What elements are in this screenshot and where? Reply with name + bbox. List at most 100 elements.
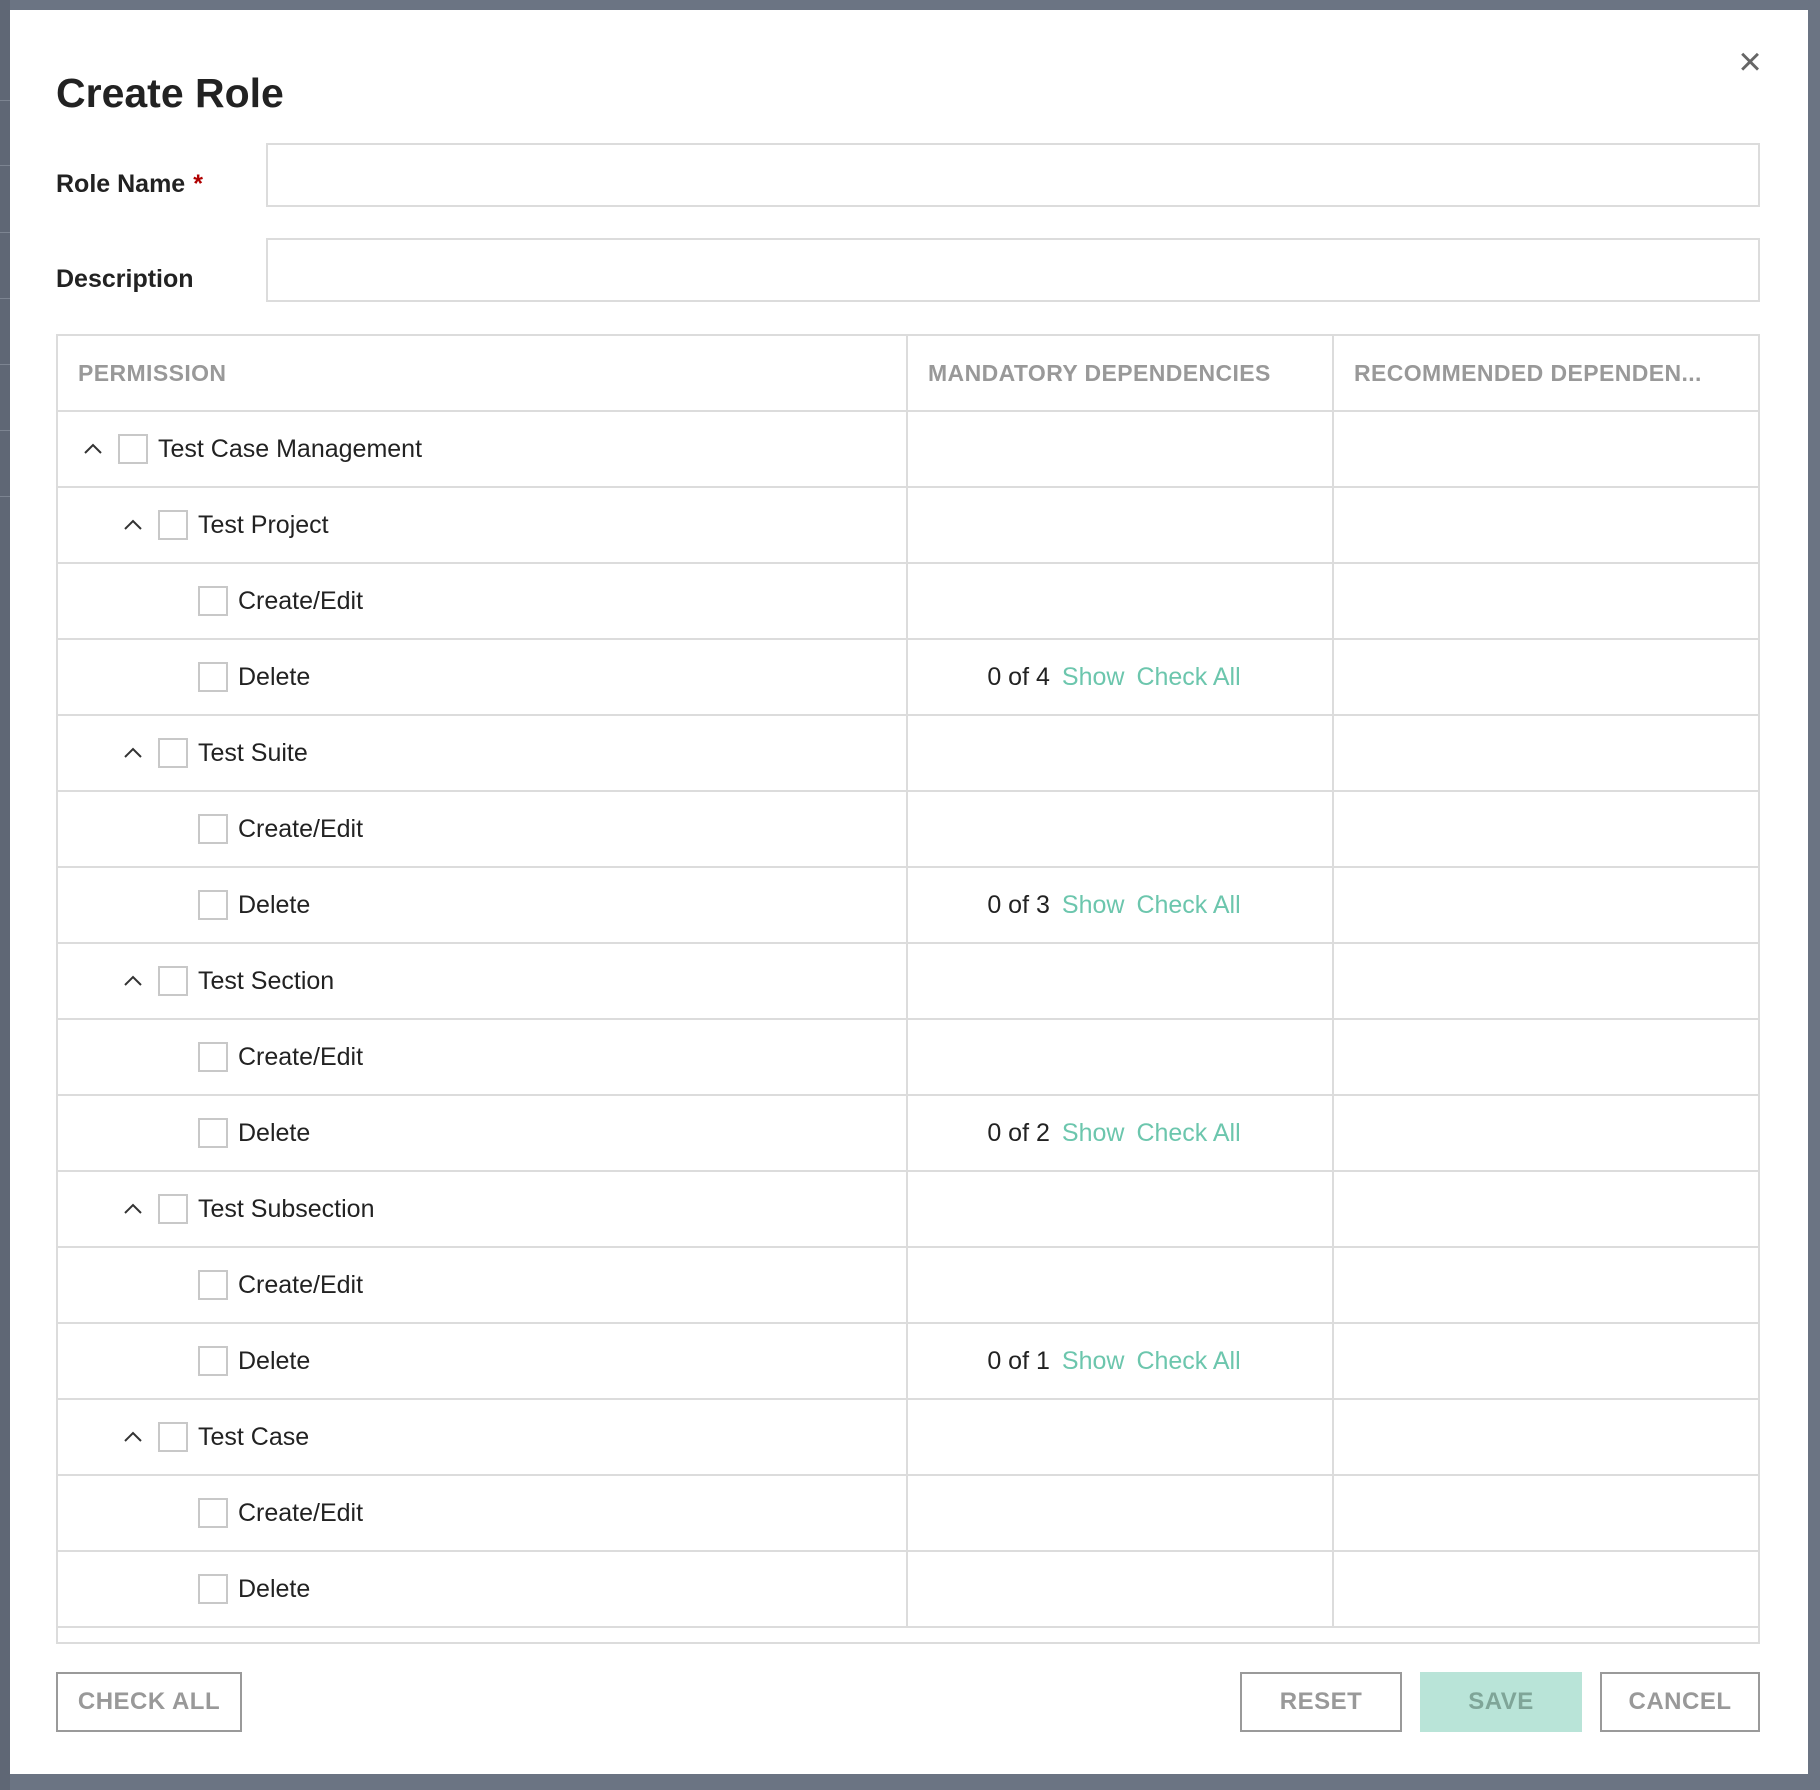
- table-row: Create/Edit: [58, 564, 1758, 640]
- table-row: Create/Edit: [58, 1476, 1758, 1552]
- permission-cell: Test Section: [58, 944, 908, 1018]
- required-marker: *: [193, 170, 203, 198]
- permission-checkbox[interactable]: [118, 434, 148, 464]
- table-row: Delete 0 of 1 Show Check All: [58, 1324, 1758, 1400]
- role-name-input[interactable]: [266, 143, 1760, 207]
- permission-label: Test Case Management: [158, 434, 423, 463]
- permission-label: Delete: [238, 1574, 311, 1603]
- role-name-label-text: Role Name: [56, 170, 186, 198]
- description-label: Description: [56, 265, 194, 293]
- mandatory-dependencies-cell: [908, 1476, 1334, 1550]
- permission-checkbox[interactable]: [198, 1346, 228, 1376]
- mandatory-dependencies-cell: [908, 564, 1334, 638]
- table-row: Create/Edit: [58, 1020, 1758, 1096]
- show-dependencies-link[interactable]: Show: [1062, 1347, 1125, 1376]
- permission-checkbox[interactable]: [198, 586, 228, 616]
- permission-checkbox[interactable]: [198, 890, 228, 920]
- table-row: Test Case Management: [58, 412, 1758, 488]
- permission-label: Create/Edit: [238, 1270, 364, 1299]
- recommended-dependencies-cell: [1334, 1096, 1758, 1170]
- chevron-up-icon[interactable]: [78, 434, 108, 464]
- chevron-up-icon[interactable]: [118, 1194, 148, 1224]
- permission-checkbox[interactable]: [198, 1270, 228, 1300]
- background-divider: [0, 298, 10, 299]
- recommended-dependencies-cell: [1334, 1172, 1758, 1246]
- permission-label: Delete: [238, 1118, 311, 1147]
- permission-checkbox[interactable]: [158, 738, 188, 768]
- mandatory-dependencies-cell: [908, 412, 1334, 486]
- close-icon[interactable]: ×: [1732, 42, 1768, 82]
- permission-checkbox[interactable]: [198, 1042, 228, 1072]
- recommended-dependencies-cell: [1334, 640, 1758, 714]
- show-dependencies-link[interactable]: Show: [1062, 1119, 1125, 1148]
- chevron-up-icon[interactable]: [118, 966, 148, 996]
- save-button[interactable]: SAVE: [1420, 1672, 1582, 1732]
- table-row: Test Suite: [58, 716, 1758, 792]
- show-dependencies-link[interactable]: Show: [1062, 891, 1125, 920]
- permission-cell: Create/Edit: [58, 564, 908, 638]
- reset-button[interactable]: RESET: [1240, 1672, 1402, 1732]
- permission-cell: Test Suite: [58, 716, 908, 790]
- role-name-label: Role Name *: [56, 170, 203, 199]
- check-all-dependencies-link[interactable]: Check All: [1136, 1347, 1240, 1376]
- permission-checkbox[interactable]: [198, 1574, 228, 1604]
- background-divider: [0, 165, 10, 166]
- permission-label: Delete: [238, 1346, 311, 1375]
- permission-cell: Delete: [58, 1552, 908, 1626]
- permission-checkbox[interactable]: [158, 510, 188, 540]
- permission-cell: Test Subsection: [58, 1172, 908, 1246]
- permission-checkbox[interactable]: [198, 1118, 228, 1148]
- permission-label: Create/Edit: [238, 1498, 364, 1527]
- dependency-count: 0 of 3: [987, 890, 1050, 919]
- show-dependencies-link[interactable]: Show: [1062, 663, 1125, 692]
- table-body: Test Case Management Test Project Create/E…: [58, 412, 1758, 1628]
- permission-label: Test Suite: [198, 738, 308, 767]
- dependency-count: 0 of 4: [987, 662, 1050, 691]
- background-divider: [0, 232, 10, 233]
- table-row: Delete 0 of 3 Show Check All: [58, 868, 1758, 944]
- dependency-count: 0 of 2: [987, 1118, 1050, 1147]
- permission-cell: Create/Edit: [58, 792, 908, 866]
- table-row: Create/Edit: [58, 1248, 1758, 1324]
- permission-label: Delete: [238, 662, 311, 691]
- permission-cell: Test Case: [58, 1400, 908, 1474]
- recommended-dependencies-cell: [1334, 488, 1758, 562]
- permission-label: Delete: [238, 890, 311, 919]
- recommended-dependencies-cell: [1334, 1476, 1758, 1550]
- mandatory-dependencies-cell: 0 of 4 Show Check All: [908, 640, 1334, 714]
- table-row: Test Case: [58, 1400, 1758, 1476]
- permission-cell: Delete: [58, 1096, 908, 1170]
- mandatory-dependencies-cell: [908, 716, 1334, 790]
- mandatory-dependencies-cell: [908, 1020, 1334, 1094]
- permission-checkbox[interactable]: [158, 1422, 188, 1452]
- description-input[interactable]: [266, 238, 1760, 302]
- table-row: Delete: [58, 1552, 1758, 1628]
- column-header-recommended-dependencies: RECOMMENDED DEPENDEN...: [1354, 359, 1702, 386]
- check-all-dependencies-link[interactable]: Check All: [1136, 891, 1240, 920]
- permission-checkbox[interactable]: [158, 966, 188, 996]
- table-row: Delete 0 of 4 Show Check All: [58, 640, 1758, 716]
- check-all-dependencies-link[interactable]: Check All: [1136, 663, 1240, 692]
- permission-checkbox[interactable]: [198, 814, 228, 844]
- mandatory-dependencies-cell: [908, 1172, 1334, 1246]
- chevron-up-icon[interactable]: [118, 510, 148, 540]
- permission-label: Test Case: [198, 1422, 310, 1451]
- create-role-dialog: × Create Role Role Name * Description PER…: [10, 10, 1808, 1774]
- table-row: Test Project: [58, 488, 1758, 564]
- column-header-permission: PERMISSION: [58, 336, 908, 410]
- check-all-dependencies-link[interactable]: Check All: [1136, 1119, 1240, 1148]
- permission-label: Test Project: [198, 510, 329, 539]
- permission-cell: Create/Edit: [58, 1248, 908, 1322]
- background-divider: [0, 100, 10, 101]
- permission-checkbox[interactable]: [158, 1194, 188, 1224]
- chevron-up-icon[interactable]: [118, 738, 148, 768]
- cancel-button[interactable]: CANCEL: [1600, 1672, 1760, 1732]
- check-all-button[interactable]: CHECK ALL: [56, 1672, 242, 1732]
- permission-checkbox[interactable]: [198, 1498, 228, 1528]
- recommended-dependencies-cell: [1334, 1248, 1758, 1322]
- background-divider: [0, 364, 10, 365]
- recommended-dependencies-cell: [1334, 792, 1758, 866]
- recommended-dependencies-cell: [1334, 564, 1758, 638]
- chevron-up-icon[interactable]: [118, 1422, 148, 1452]
- permission-checkbox[interactable]: [198, 662, 228, 692]
